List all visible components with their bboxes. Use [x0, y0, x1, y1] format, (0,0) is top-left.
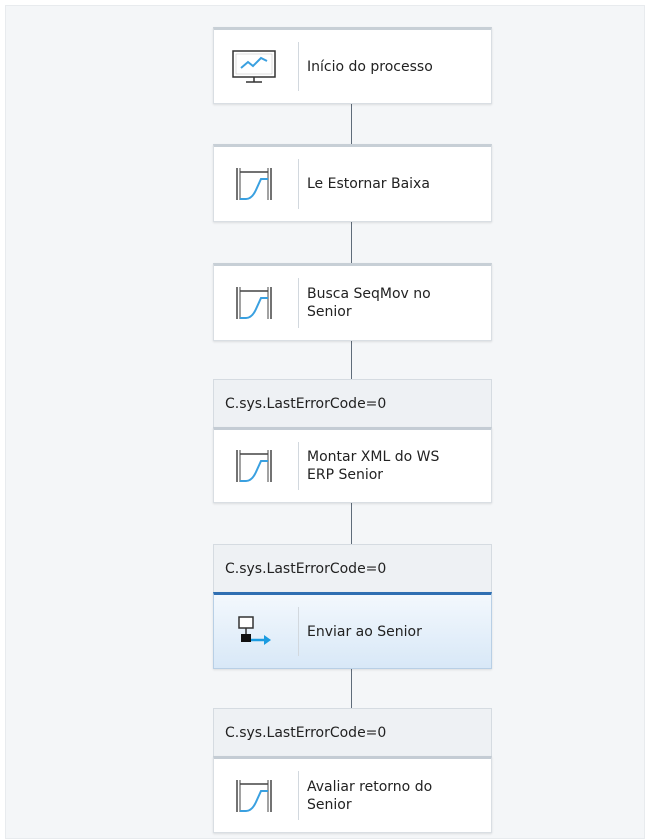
- node-label: Montar XML do WS ERP Senior: [307, 449, 440, 483]
- gate-ramp-icon: [228, 166, 280, 202]
- node-separator: [298, 607, 299, 656]
- flow-node-step[interactable]: Avaliar retorno do Senior: [213, 756, 492, 833]
- node-label: Início do processo: [307, 58, 433, 75]
- node-label: Enviar ao Senior: [307, 623, 422, 640]
- condition-text: C.sys.LastErrorCode=0: [225, 561, 387, 577]
- connector-line: [351, 500, 352, 544]
- condition-header[interactable]: C.sys.LastErrorCode=0: [213, 379, 492, 429]
- condition-text: C.sys.LastErrorCode=0: [225, 396, 387, 412]
- flow-node-send[interactable]: Enviar ao Senior: [213, 592, 492, 669]
- flow-canvas: Início do processo Le Estornar Baixa Bus…: [5, 5, 645, 839]
- node-label: Le Estornar Baixa: [307, 176, 430, 192]
- flow-node-step[interactable]: Busca SeqMov no Senior: [213, 263, 492, 341]
- node-label: Busca SeqMov no Senior: [307, 286, 431, 320]
- condition-header[interactable]: C.sys.LastErrorCode=0: [213, 708, 492, 758]
- node-separator: [298, 278, 299, 328]
- gate-ramp-icon: [228, 285, 280, 321]
- node-separator: [298, 442, 299, 490]
- flow-node-step[interactable]: Montar XML do WS ERP Senior: [213, 427, 492, 503]
- gate-ramp-icon: [228, 778, 280, 814]
- node-separator: [298, 42, 299, 91]
- flow-node-start[interactable]: Início do processo: [213, 27, 492, 104]
- gate-ramp-icon: [228, 448, 280, 484]
- condition-header[interactable]: C.sys.LastErrorCode=0: [213, 544, 492, 594]
- node-separator: [298, 771, 299, 820]
- monitor-chart-icon: [228, 49, 280, 85]
- connector-line: [351, 220, 352, 264]
- connector-line: [351, 102, 352, 145]
- connector-line: [351, 339, 352, 379]
- node-label: Avaliar retorno do Senior: [307, 778, 433, 813]
- network-send-icon: [228, 614, 280, 650]
- connector-line: [351, 666, 352, 708]
- condition-text: C.sys.LastErrorCode=0: [225, 725, 387, 741]
- node-separator: [298, 159, 299, 209]
- flow-node-step[interactable]: Le Estornar Baixa: [213, 144, 492, 222]
